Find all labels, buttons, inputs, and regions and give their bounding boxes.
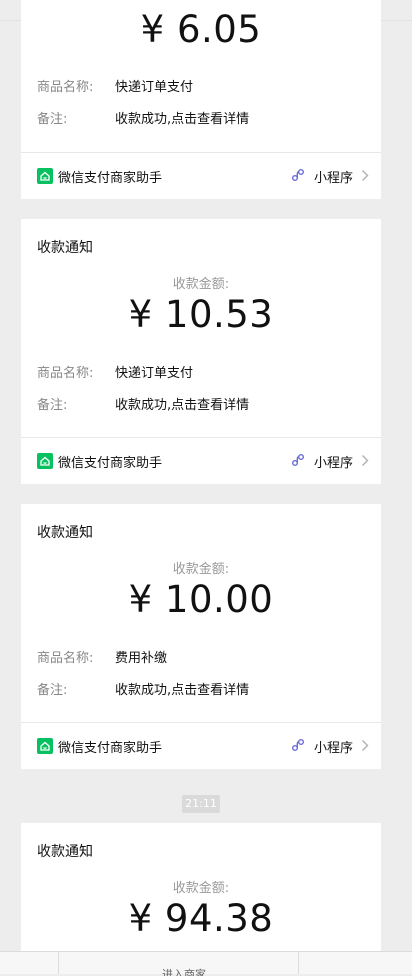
- amount-value: ¥ 10.00: [128, 578, 274, 621]
- product-value: 费用补缴: [115, 651, 168, 666]
- remark-key: 备注:: [37, 398, 68, 413]
- product-key: 商品名称:: [37, 80, 94, 95]
- wechat-pay-icon: [37, 168, 53, 184]
- product-value: 快递订单支付: [115, 80, 194, 95]
- chevron-right-icon: [362, 455, 369, 466]
- mini-program-link-icon: [292, 739, 304, 751]
- card-title: 收款通知: [37, 525, 93, 541]
- card-title: 收款通知: [37, 240, 93, 256]
- amount-value: ¥ 94.38: [128, 897, 274, 940]
- menu-separator: [298, 952, 299, 974]
- remark-value: 收款成功,点击查看详情: [115, 683, 250, 698]
- remark-row: 备注: 收款成功,点击查看详情: [37, 394, 365, 414]
- mini-program-link-icon: [292, 169, 304, 181]
- mini-program-link-icon: [292, 454, 304, 466]
- card-footer[interactable]: 微信支付商家助手 小程序: [21, 438, 381, 484]
- amount-label: 收款金额:: [172, 881, 230, 896]
- card-footer[interactable]: 微信支付商家助手 小程序: [21, 723, 381, 769]
- remark-key: 备注:: [37, 683, 68, 698]
- product-key: 商品名称:: [37, 651, 94, 666]
- remark-row: 备注: 收款成功,点击查看详情: [37, 679, 365, 699]
- wechat-pay-icon: [37, 453, 53, 469]
- menu-separator: [58, 952, 59, 974]
- menu-item-label[interactable]: 进入商家: [162, 966, 206, 976]
- chevron-right-icon: [362, 170, 369, 181]
- amount-value: ¥ 10.53: [128, 293, 274, 336]
- bottom-menu-bar[interactable]: 进入商家: [0, 951, 412, 976]
- mini-program-label: 小程序: [313, 171, 353, 186]
- product-value: 快递订单支付: [115, 366, 194, 381]
- source-name: 微信支付商家助手: [58, 171, 163, 186]
- remark-value: 收款成功,点击查看详情: [115, 112, 250, 127]
- card-footer[interactable]: 微信支付商家助手 小程序: [21, 153, 381, 199]
- remark-key: 备注:: [37, 112, 68, 127]
- notification-card-3[interactable]: 收款通知 收款金额: ¥ 10.00 商品名称: 费用补缴 备注: 收款成功,点…: [21, 504, 381, 769]
- card-title: 收款通知: [37, 844, 93, 860]
- notification-card-2[interactable]: 收款通知 收款金额: ¥ 10.53 商品名称: 快递订单支付 备注: 收款成功…: [21, 219, 381, 484]
- chevron-right-icon: [362, 740, 369, 751]
- amount-label: 收款金额:: [172, 562, 230, 577]
- product-row: 商品名称: 快递订单支付: [37, 362, 365, 382]
- remark-value: 收款成功,点击查看详情: [115, 398, 250, 413]
- source-name: 微信支付商家助手: [58, 741, 163, 756]
- product-row: 商品名称: 费用补缴: [37, 647, 365, 667]
- source-name: 微信支付商家助手: [58, 456, 163, 471]
- amount-label: 收款金额:: [172, 277, 230, 292]
- product-row: 商品名称: 快递订单支付: [37, 76, 365, 96]
- product-key: 商品名称:: [37, 366, 94, 381]
- remark-row: 备注: 收款成功,点击查看详情: [37, 108, 365, 128]
- notification-card-1[interactable]: ¥ 6.05 商品名称: 快递订单支付 备注: 收款成功,点击查看详情 微信支付…: [21, 0, 381, 199]
- message-timestamp: 21:11: [182, 795, 220, 813]
- wechat-pay-icon: [37, 738, 53, 754]
- amount-value: ¥ 6.05: [140, 8, 262, 51]
- mini-program-label: 小程序: [313, 741, 353, 756]
- mini-program-label: 小程序: [313, 456, 353, 471]
